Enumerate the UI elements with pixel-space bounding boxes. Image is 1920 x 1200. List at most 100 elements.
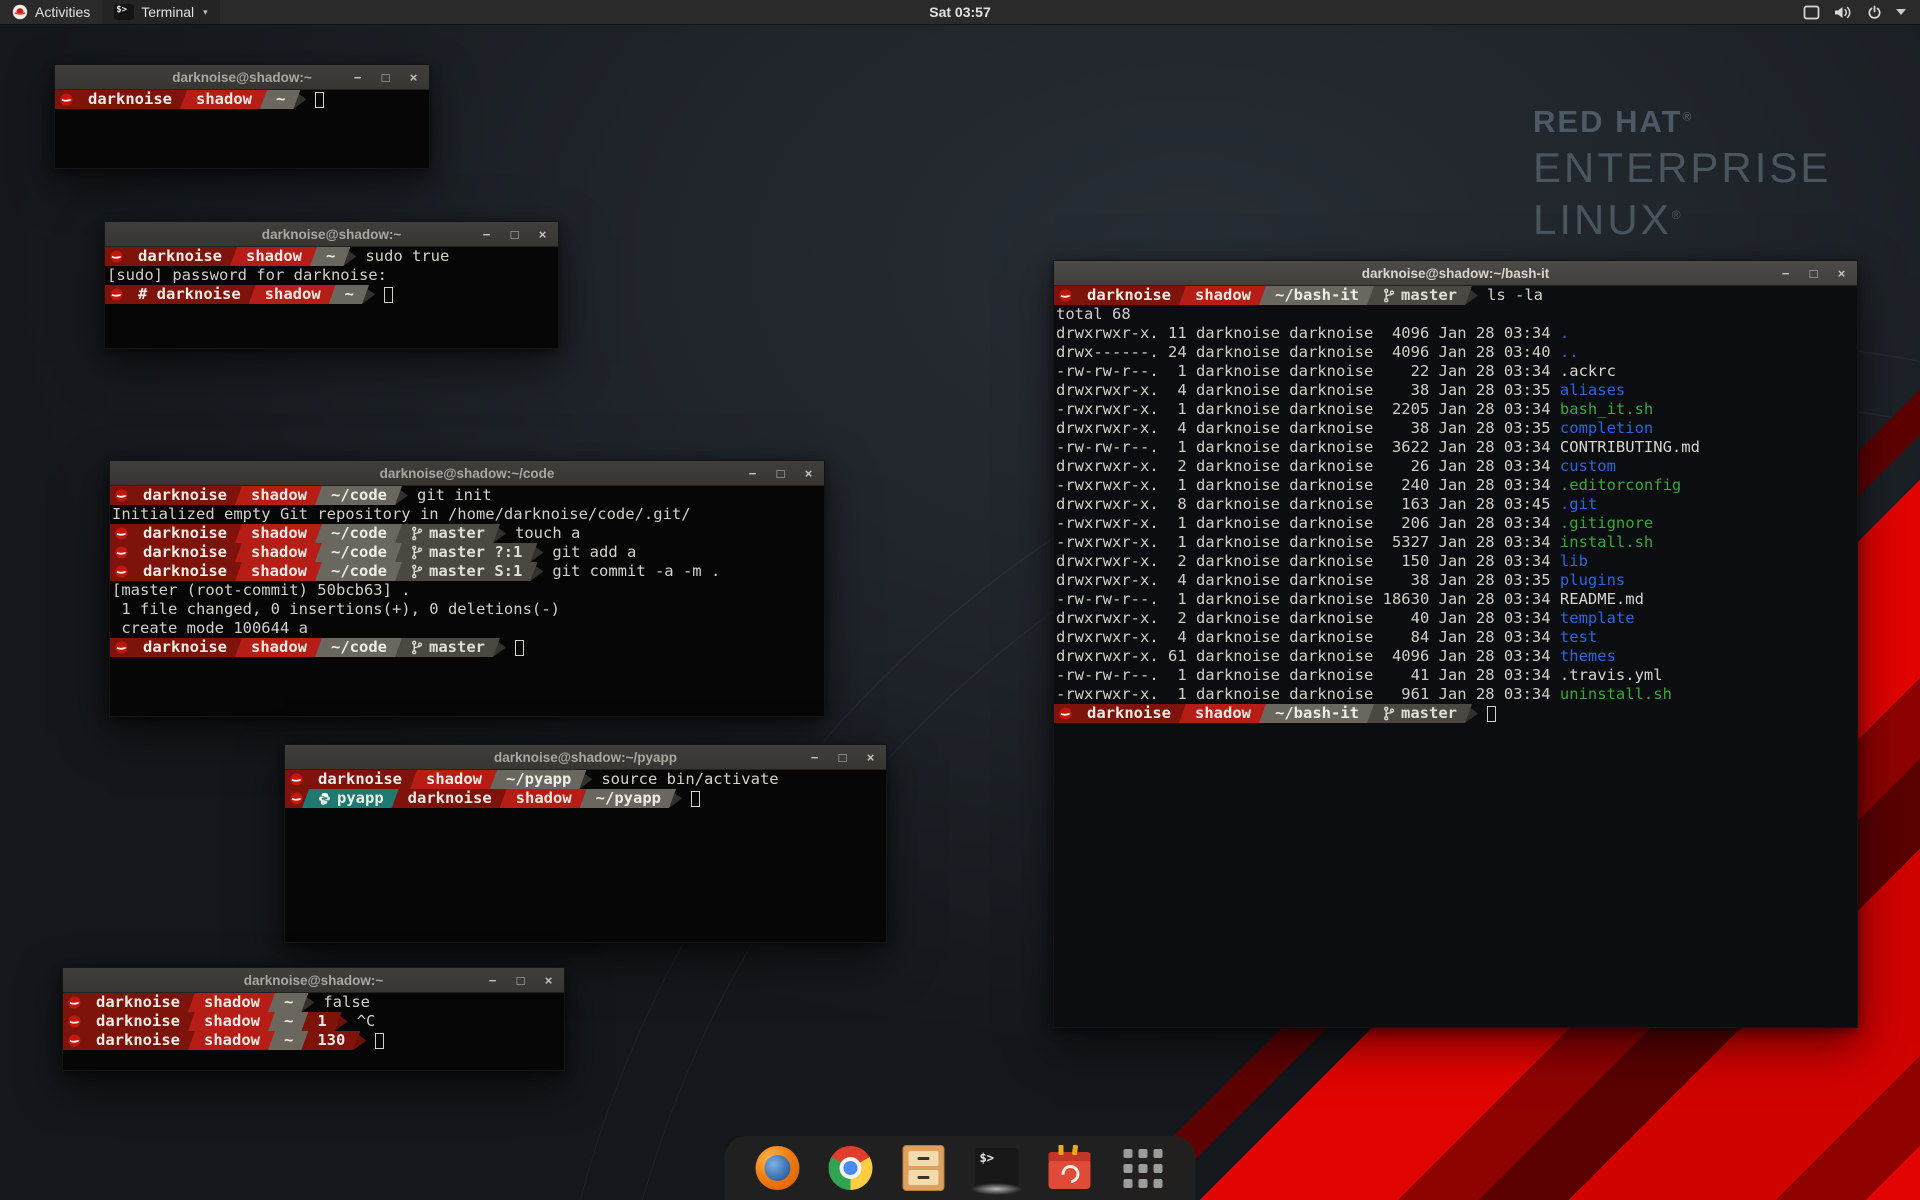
terminal-content[interactable]: darknoiseshadow~/codegit initInitialized… [110, 486, 824, 716]
prompt-segment-path: ~/bash-it [1259, 704, 1374, 723]
terminal-content[interactable]: darknoiseshadow~sudo true[sudo] password… [105, 247, 558, 348]
maximize-button[interactable]: □ [508, 228, 521, 241]
power-icon[interactable] [1867, 5, 1882, 20]
terminal-content[interactable]: darknoiseshadow~ [55, 90, 429, 168]
ls-row-details: -rw-rw-r--. 1 darknoise darknoise 18630 … [1056, 590, 1560, 608]
window-titlebar[interactable]: darknoise@shadow:~−□× [55, 65, 429, 90]
window-controls: − □ × [746, 461, 815, 485]
command-text: touch a [515, 524, 580, 543]
close-button[interactable]: × [407, 71, 420, 84]
window-title: darknoise@shadow:~/code [380, 466, 555, 481]
maximize-button[interactable]: □ [774, 467, 787, 480]
git-branch-icon [411, 526, 423, 541]
prompt-segment-host: shadow [249, 285, 336, 304]
maximize-button[interactable]: □ [379, 71, 392, 84]
chevron-down-icon[interactable] [1896, 9, 1906, 15]
app-menu-terminal[interactable]: $> Terminal ▾ [102, 0, 219, 24]
redhat-logo-icon [12, 4, 28, 20]
files-icon [903, 1145, 945, 1191]
prompt-segment-branch: master ?:1 [395, 543, 537, 562]
terminal-window-5[interactable]: darknoise@shadow:~−□×darknoiseshadow~fal… [62, 967, 565, 1071]
ls-row-filename: test [1560, 628, 1597, 646]
window-titlebar[interactable]: darknoise@shadow:~−□× [63, 968, 564, 993]
close-button[interactable]: × [542, 974, 555, 987]
minimize-button[interactable]: − [1779, 267, 1792, 280]
ls-row: -rw-rw-r--. 1 darknoise darknoise 18630 … [1054, 590, 1857, 609]
ls-row-filename: .editorconfig [1560, 476, 1681, 494]
minimize-button[interactable]: − [808, 751, 821, 764]
ls-row: -rwxrwxr-x. 1 darknoise darknoise 240 Ja… [1054, 476, 1857, 495]
dock-files-icon[interactable] [901, 1145, 947, 1191]
git-branch-icon [1383, 706, 1395, 721]
minimize-button[interactable]: − [746, 467, 759, 480]
terminal-cursor [1487, 706, 1496, 722]
prompt-segment-user: darknoise [127, 524, 242, 543]
prompt-segment-host: shadow [188, 993, 275, 1012]
terminal-window-2[interactable]: darknoise@shadow:~−□×darknoiseshadow~sud… [104, 221, 559, 349]
window-titlebar[interactable]: darknoise@shadow:~/code − □ × [110, 461, 824, 486]
redhat-branding: RED HAT® ENTERPRISE LINUX® [1533, 104, 1831, 244]
prompt-segment-path: ~/code [315, 562, 402, 581]
minimize-button[interactable]: − [486, 974, 499, 987]
prompt-line: darknoiseshadow~/codemastertouch a [110, 524, 824, 543]
ls-row-details: drwxrwxr-x. 11 darknoise darknoise 4096 … [1056, 324, 1560, 342]
ls-row-details: -rwxrwxr-x. 1 darknoise darknoise 2205 J… [1056, 400, 1560, 418]
prompt-segment-host: shadow [235, 638, 322, 657]
dock-chrome-icon[interactable] [828, 1145, 874, 1191]
ls-row-details: -rwxrwxr-x. 1 darknoise darknoise 206 Ja… [1056, 514, 1560, 532]
prompt-segment-branch: master [395, 638, 500, 657]
prompt-segment-user: darknoise [1071, 704, 1186, 723]
chevron-down-icon: ▾ [203, 7, 208, 18]
terminal-content[interactable]: darknoiseshadow~/pyappsource bin/activat… [285, 770, 886, 942]
window-titlebar[interactable]: darknoise@shadow:~−□× [105, 222, 558, 247]
prompt-segment-path: ~/code [315, 486, 402, 505]
prompt-line: darknoiseshadow~/codemaster [110, 638, 824, 657]
close-button[interactable]: × [1835, 267, 1848, 280]
dock-terminal-icon[interactable]: $> [974, 1145, 1020, 1191]
terminal-window-3[interactable]: darknoise@shadow:~/code−□×darknoiseshado… [109, 460, 825, 717]
terminal-content[interactable]: darknoiseshadow~falsedarknoiseshadow~1^C… [63, 993, 564, 1070]
terminal-output-line: create mode 100644 a [110, 619, 824, 638]
ls-row-filename: .git [1560, 495, 1597, 513]
terminal-window-1[interactable]: darknoise@shadow:~−□×darknoiseshadow~ [54, 64, 430, 169]
branding-enterprise: ENTERPRISE [1533, 144, 1831, 192]
terminal-window-6[interactable]: darknoise@shadow:~/bash-it−□×darknoisesh… [1053, 260, 1858, 1028]
desktop: RED HAT® ENTERPRISE LINUX® Activities $>… [0, 0, 1920, 1200]
prompt-segment-path: ~ [310, 247, 350, 266]
terminal-window-4[interactable]: darknoise@shadow:~/pyapp−□×darknoiseshad… [284, 744, 887, 943]
display-icon[interactable] [1803, 5, 1820, 20]
prompt-segment-user: darknoise [72, 90, 187, 109]
redhat-icon [68, 1015, 81, 1028]
maximize-button[interactable]: □ [1807, 267, 1820, 280]
window-titlebar[interactable]: darknoise@shadow:~/pyapp−□× [285, 745, 886, 770]
prompt-segment-user: darknoise [127, 543, 242, 562]
terminal-cursor [315, 92, 324, 108]
prompt-segment-path: ~/code [315, 524, 402, 543]
ls-row: -rwxrwxr-x. 1 darknoise darknoise 2205 J… [1054, 400, 1857, 419]
maximize-button[interactable]: □ [836, 751, 849, 764]
close-button[interactable]: × [536, 228, 549, 241]
command-text: sudo true [365, 247, 449, 266]
maximize-button[interactable]: □ [514, 974, 527, 987]
ls-row-details: -rw-rw-r--. 1 darknoise darknoise 22 Jan… [1056, 362, 1560, 380]
dock-app-grid[interactable] [1120, 1145, 1166, 1191]
prompt-segment-path: ~/code [315, 543, 402, 562]
activities-button[interactable]: Activities [0, 0, 102, 24]
redhat-icon [115, 489, 128, 502]
ls-row-filename: plugins [1560, 571, 1625, 589]
redhat-icon [115, 641, 128, 654]
prompt-line: darknoiseshadow~ [55, 90, 429, 109]
clock[interactable]: Sat 03:57 [929, 4, 990, 20]
close-button[interactable]: × [802, 467, 815, 480]
minimize-button[interactable]: − [480, 228, 493, 241]
dock-firefox-icon[interactable] [755, 1145, 801, 1191]
volume-icon[interactable] [1834, 5, 1853, 20]
system-tray[interactable] [1795, 0, 1914, 24]
close-button[interactable]: × [864, 751, 877, 764]
prompt-line: darknoiseshadow~/bash-itmasterls -la [1054, 286, 1857, 305]
window-titlebar[interactable]: darknoise@shadow:~/bash-it−□× [1054, 261, 1857, 286]
redhat-icon [68, 996, 81, 1009]
minimize-button[interactable]: − [351, 71, 364, 84]
terminal-content[interactable]: darknoiseshadow~/bash-itmasterls -latota… [1054, 286, 1857, 1027]
dock-toolbox-icon[interactable] [1047, 1145, 1093, 1191]
